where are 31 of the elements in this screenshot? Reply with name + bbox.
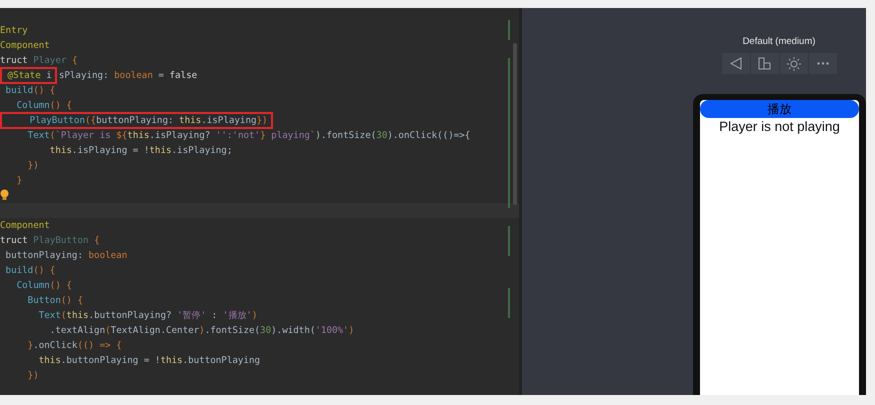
code-line: build() { (4, 84, 56, 98)
more-icon[interactable] (816, 62, 828, 65)
code-text: sPlaying: boolean = false (58, 70, 198, 81)
code-line: Component (0, 39, 51, 53)
back-icon[interactable] (730, 57, 742, 70)
highlighted-code: @State i (0, 67, 57, 84)
code-line: truct PlayButton { (0, 234, 101, 248)
code-line: truct Player { (0, 54, 78, 68)
rotate-device-icon[interactable] (758, 57, 771, 70)
code-line: Component (0, 219, 51, 233)
code-line: buttonPlaying: boolean (4, 249, 128, 263)
code-line: Text(this.buttonPlaying? '暂停' : '播放') (38, 309, 258, 323)
play-button[interactable]: 播放 (700, 100, 859, 118)
code-line: }) (26, 369, 40, 383)
code-line: build() { (4, 264, 56, 278)
lightbulb-icon[interactable] (0, 189, 9, 201)
code-line: }) (26, 159, 40, 173)
code-line: this.buttonPlaying = !this.buttonPlaying (38, 354, 262, 368)
sun-icon[interactable] (786, 56, 800, 70)
code-line: Button() { (26, 294, 84, 308)
code-line: .textAlign(TextAlign.Center).fontSize(30).width('100%') (48, 324, 356, 338)
highlighted-code: PlayButton({buttonPlaying: this.isPlaying}) (0, 112, 273, 129)
device-label: Default (medium) (742, 36, 816, 47)
code-line: }.onClick(() => { (26, 339, 123, 353)
code-line: } (16, 174, 24, 188)
code-line: Column() { (16, 279, 73, 293)
code-line: Entry (0, 24, 29, 38)
code-line: Text(`Player is ${this.isPlaying? '':'not'} playing`).fontSize(30).onClick(()=>{ (26, 129, 472, 143)
status-text: Player is not playing (719, 119, 840, 134)
code-line: this.isPlaying = !this.isPlaying; (48, 144, 234, 158)
code-line: Column() { (16, 99, 73, 113)
